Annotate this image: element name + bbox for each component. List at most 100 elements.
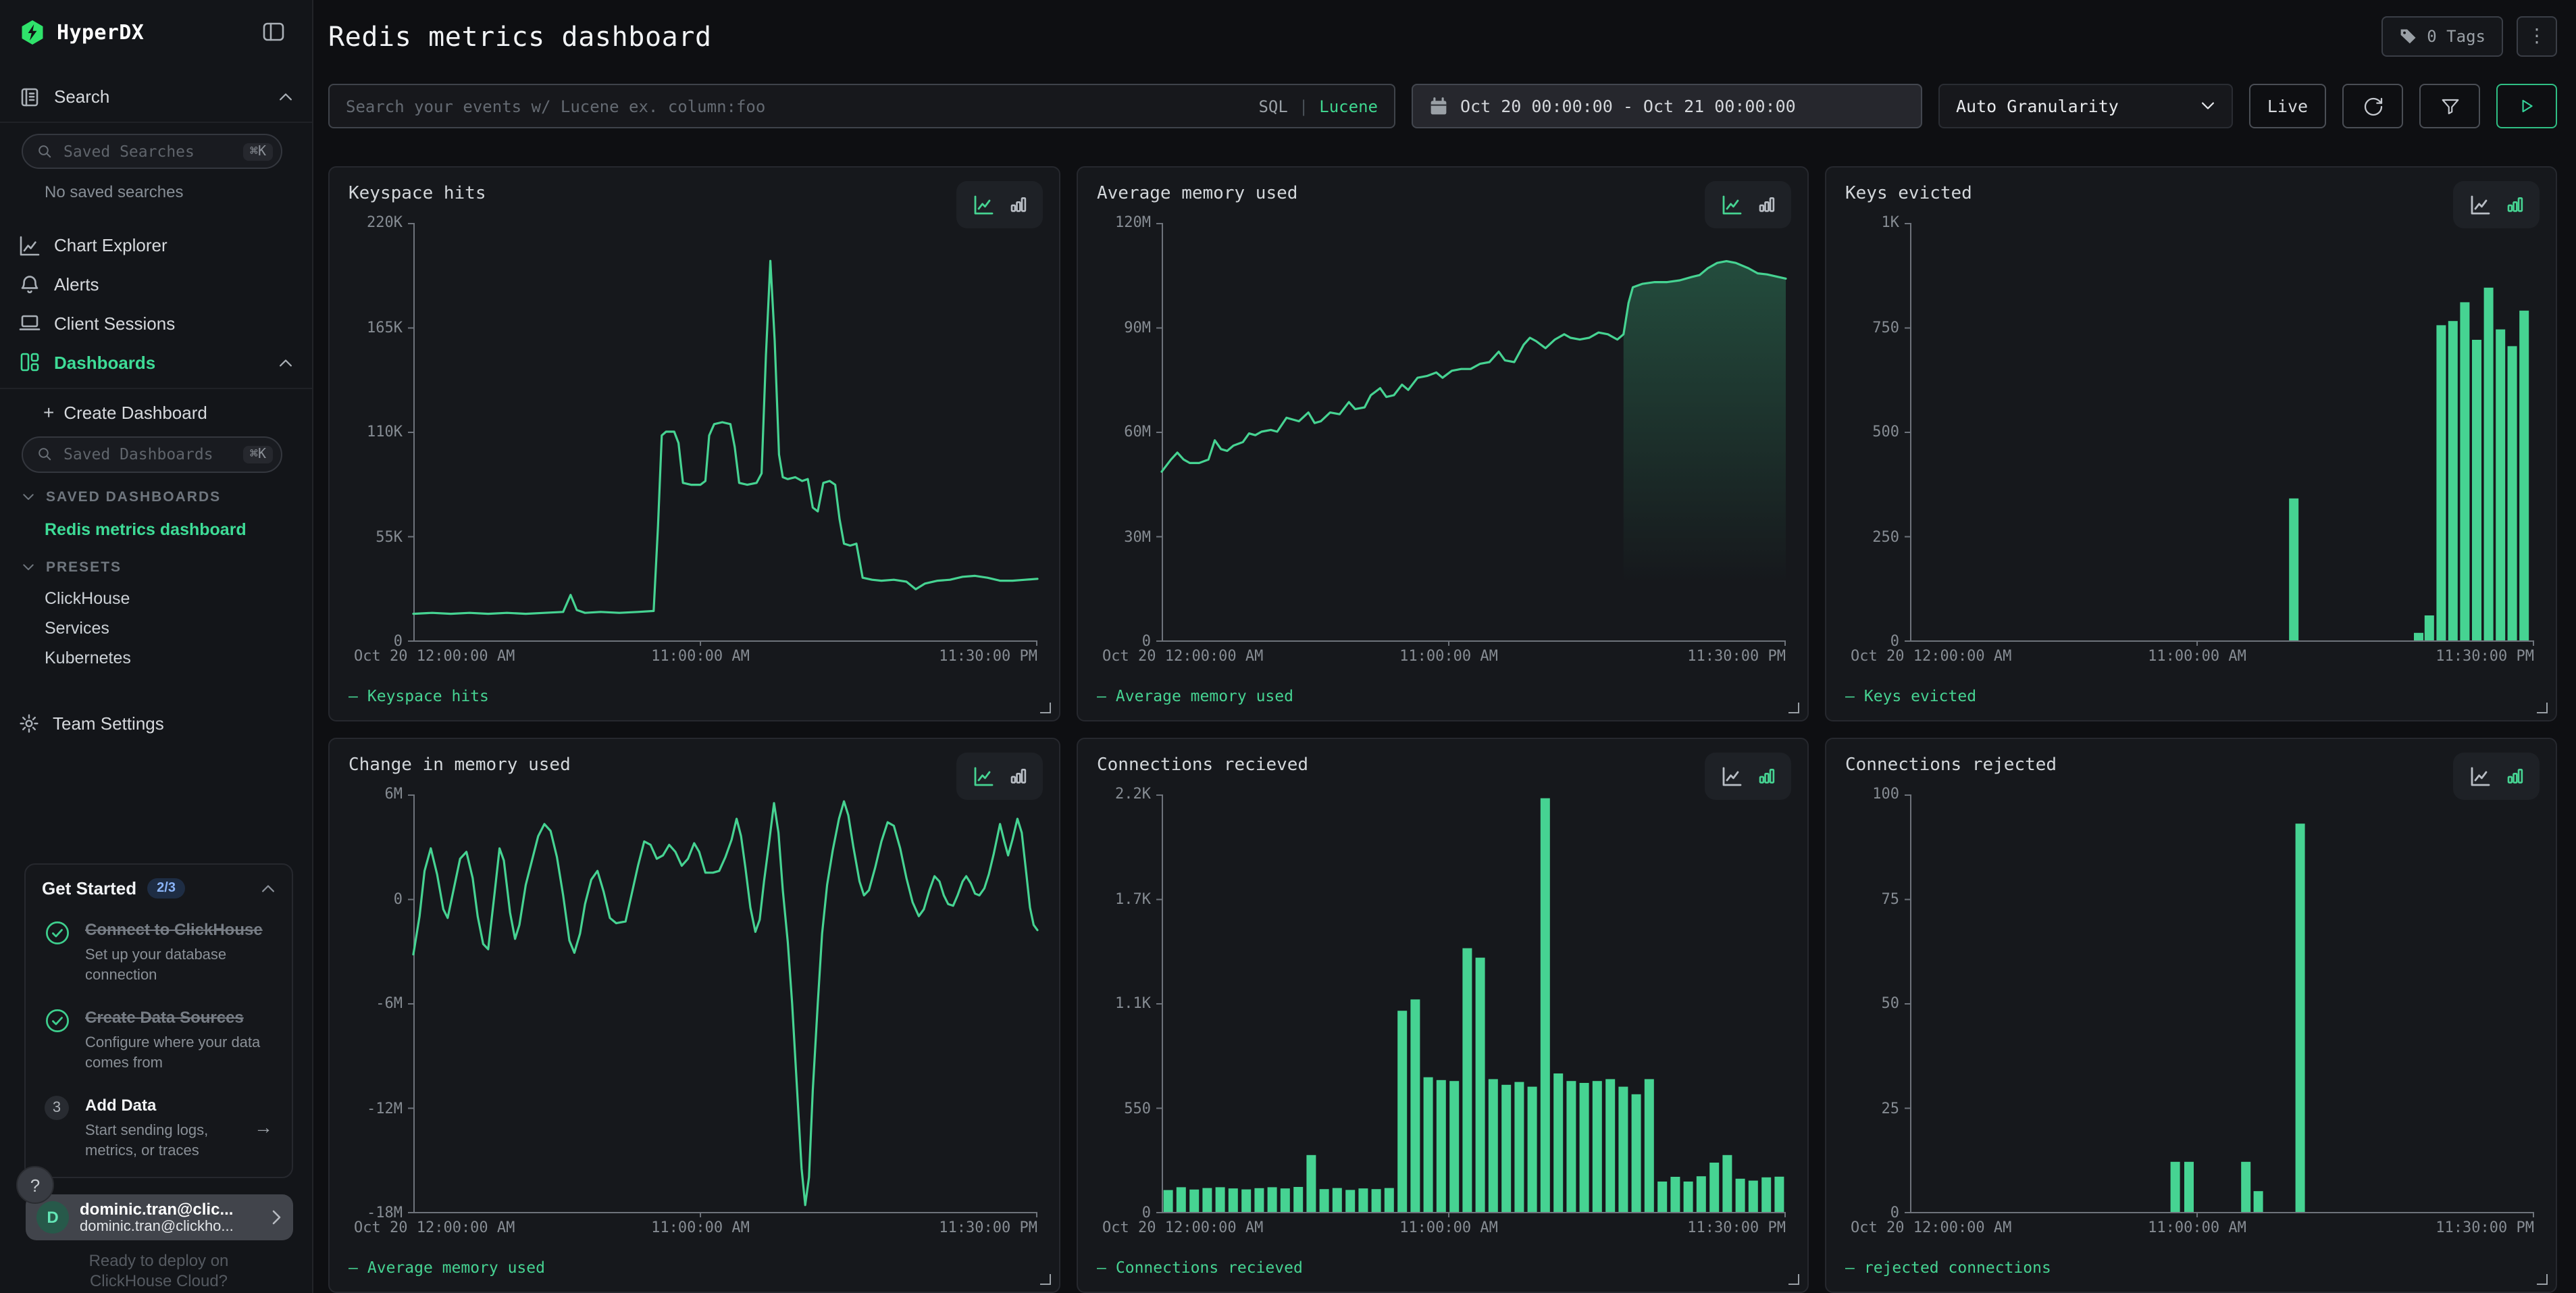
dashboards-icon <box>19 351 41 373</box>
y-tick-label: 165K <box>367 318 403 337</box>
y-tick-label: 550 <box>1124 1099 1151 1118</box>
x-tick-label: 11:30:00 PM <box>939 1219 1037 1236</box>
x-axis-labels: Oct 20 12:00:00 AM 11:00:00 AM 11:30:00 … <box>1162 647 1786 669</box>
chart-plot[interactable] <box>1910 223 2534 642</box>
resize-handle[interactable] <box>1788 703 1799 713</box>
event-search-input[interactable] <box>330 97 1394 116</box>
sidebar-item-chart-explorer[interactable]: Chart Explorer <box>0 226 312 265</box>
resize-handle[interactable] <box>1040 1274 1051 1285</box>
collapse-sidebar-icon[interactable] <box>262 22 285 42</box>
user-account-button[interactable]: D dominic.tran@clic... dominic.tran@clic… <box>26 1195 293 1240</box>
sidebar-item-search[interactable]: Search <box>0 78 312 117</box>
preset-services[interactable]: Services <box>0 613 312 644</box>
refresh-icon <box>2362 95 2384 117</box>
bar-chart-toggle-icon[interactable] <box>1007 766 1027 786</box>
line-chart-toggle-icon[interactable] <box>2469 765 2490 787</box>
y-axis-labels: 120M90M60M30M0 <box>1097 223 1162 642</box>
x-axis-labels: Oct 20 12:00:00 AM 11:00:00 AM 11:30:00 … <box>413 1219 1037 1240</box>
create-dashboard-button[interactable]: + Create Dashboard <box>0 394 312 432</box>
chart-plot[interactable] <box>1162 223 1786 642</box>
line-chart-toggle-icon[interactable] <box>1720 194 1742 216</box>
y-tick-label: 100 <box>1872 785 1899 804</box>
resize-handle[interactable] <box>1788 1274 1799 1285</box>
help-button[interactable]: ? <box>16 1166 54 1204</box>
filter-icon <box>2439 95 2461 117</box>
chart-panel: Keyspace hits 220K165K110K55K0 Oct 20 12… <box>328 166 1060 721</box>
refresh-button[interactable] <box>2342 84 2403 128</box>
bell-icon <box>19 274 41 295</box>
calendar-icon <box>1429 97 1448 116</box>
get-started-step-2[interactable]: Create Data Sources Configure where your… <box>42 1005 276 1073</box>
saved-dashboards-field[interactable] <box>61 444 235 465</box>
main-content: Redis metrics dashboard 0 Tags ⋮ SQL | L… <box>313 0 2576 1293</box>
y-axis-labels: 6M0-6M-12M-18M <box>349 794 413 1213</box>
hyperdx-logo-icon <box>19 18 46 45</box>
bar-chart-toggle-icon[interactable] <box>1007 195 1027 215</box>
chart-type-toggle <box>956 753 1043 800</box>
arrow-right-icon: → <box>254 1116 273 1138</box>
chart-plot[interactable] <box>413 794 1037 1213</box>
line-chart-toggle-icon[interactable] <box>1720 765 1742 787</box>
chart-panel: Connections recieved 2.2K1.7K1.1K5500 Oc… <box>1077 738 1809 1293</box>
chart-plot[interactable] <box>413 223 1037 642</box>
x-tick-label: Oct 20 12:00:00 AM <box>354 647 515 665</box>
check-circle-icon <box>42 918 72 986</box>
get-started-title: Get Started <box>42 879 136 899</box>
y-tick-label: 75 <box>1882 890 1900 909</box>
check-circle-icon <box>42 1005 72 1073</box>
y-axis-labels: 1K7505002500 <box>1845 223 1910 642</box>
run-query-button[interactable] <box>2496 84 2557 128</box>
event-search-box: SQL | Lucene <box>328 84 1395 128</box>
lucene-mode-toggle[interactable]: Lucene <box>1319 97 1378 116</box>
x-tick-label: 11:30:00 PM <box>2436 647 2534 665</box>
saved-dashboards-group[interactable]: SAVED DASHBOARDS <box>0 480 312 513</box>
y-tick-label: 60M <box>1124 423 1151 442</box>
saved-searches-input[interactable]: ⌘K <box>22 134 282 169</box>
app: HyperDX Search ⌘K No saved searches Char… <box>0 0 2576 1293</box>
y-axis-labels: 1007550250 <box>1845 794 1910 1213</box>
filters-button[interactable] <box>2419 84 2480 128</box>
sidebar-item-alerts[interactable]: Alerts <box>0 265 312 305</box>
chart-panel: Average memory used 120M90M60M30M0 Oct 2… <box>1077 166 1809 721</box>
sidebar-item-client-sessions[interactable]: Client Sessions <box>0 304 312 343</box>
bar-chart-toggle-icon[interactable] <box>2504 766 2524 786</box>
chevron-down-icon <box>22 563 35 572</box>
chevron-up-icon <box>278 357 293 367</box>
sidebar-item-team-settings[interactable]: Team Settings <box>0 703 312 742</box>
line-chart-toggle-icon[interactable] <box>972 194 994 216</box>
chart-type-toggle <box>1705 181 1791 228</box>
chart-plot[interactable] <box>1910 794 2534 1213</box>
legend-dash: — <box>349 1258 358 1277</box>
bar-chart-toggle-icon[interactable] <box>1755 766 1776 786</box>
chart-plot[interactable] <box>1162 794 1786 1213</box>
x-tick-label: 11:30:00 PM <box>1687 647 1786 665</box>
search-icon <box>36 447 53 463</box>
live-button[interactable]: Live <box>2249 84 2326 128</box>
chart-legend: — Average memory used <box>1097 682 1786 709</box>
resize-handle[interactable] <box>1040 703 1051 713</box>
preset-clickhouse[interactable]: ClickHouse <box>0 584 312 614</box>
get-started-step-3[interactable]: 3 Add Data Start sending logs, metrics, … <box>42 1093 276 1161</box>
clickhouse-cloud-promo: Ready to deploy on ClickHouse Cloud? <box>24 1251 293 1293</box>
sidebar-item-dashboards[interactable]: Dashboards <box>0 343 312 382</box>
date-range-picker[interactable]: Oct 20 00:00:00 - Oct 21 00:00:00 <box>1412 84 1922 128</box>
line-chart-toggle-icon[interactable] <box>972 765 994 787</box>
presets-group[interactable]: PRESETS <box>0 551 312 583</box>
line-chart-toggle-icon[interactable] <box>2469 194 2490 216</box>
y-tick-label: 6M <box>385 785 403 804</box>
resize-handle[interactable] <box>2537 1274 2548 1285</box>
kebab-menu-icon: ⋮ <box>2527 24 2546 47</box>
sql-mode-toggle[interactable]: SQL <box>1258 97 1287 116</box>
dashboard-menu-button[interactable]: ⋮ <box>2517 16 2557 56</box>
get-started-step-1[interactable]: Connect to ClickHouse Set up your databa… <box>42 918 276 986</box>
granularity-select[interactable]: Auto Granularity <box>1938 84 2233 128</box>
bar-chart-toggle-icon[interactable] <box>2504 195 2524 215</box>
page-header: Redis metrics dashboard 0 Tags ⋮ <box>328 0 2557 72</box>
saved-searches-field[interactable] <box>61 141 235 162</box>
saved-dashboards-input[interactable]: ⌘K <box>22 437 282 472</box>
saved-dashboard-redis[interactable]: Redis metrics dashboard <box>0 513 312 545</box>
preset-kubernetes[interactable]: Kubernetes <box>0 644 312 674</box>
tags-button[interactable]: 0 Tags <box>2381 16 2503 56</box>
bar-chart-toggle-icon[interactable] <box>1755 195 1776 215</box>
resize-handle[interactable] <box>2537 703 2548 713</box>
